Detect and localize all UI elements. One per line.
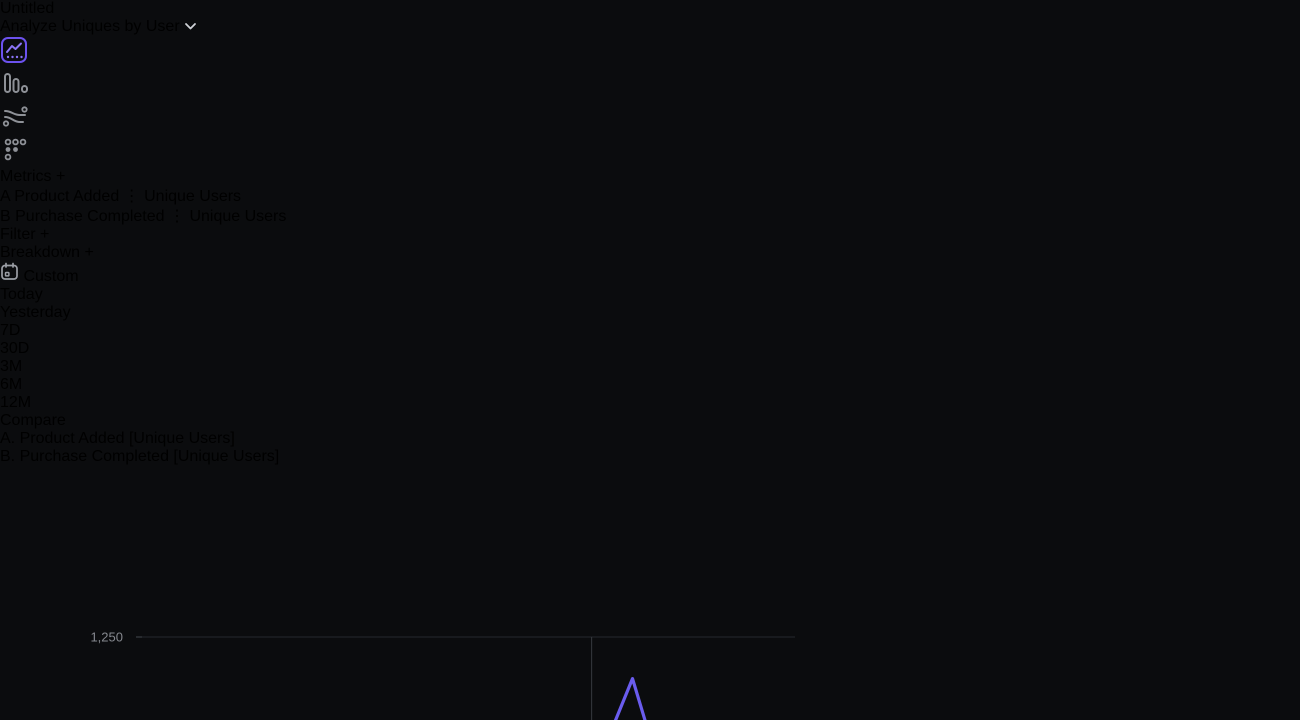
brand-gradient-strip — [0, 0, 80, 720]
range-12m-button[interactable]: 12M — [0, 394, 1300, 412]
kebab-menu-icon[interactable]: ⋮ — [169, 208, 185, 225]
metric-card-b[interactable]: B Purchase Completed ⋮ Unique Users — [0, 206, 1300, 226]
query-sidebar: Analyze Uniques by User — [0, 18, 1300, 262]
range-30d-button[interactable]: 30D — [0, 340, 1300, 358]
chart-panel: Custom Today Yesterday 7D 30D 3M 6M 12M … — [0, 262, 1300, 720]
kebab-menu-icon[interactable]: ⋮ — [124, 188, 140, 205]
range-today-button[interactable]: Today — [0, 286, 1300, 304]
tab-line-chart[interactable] — [0, 36, 1300, 69]
legend-item-a[interactable]: A. Product Added [Unique Users] — [0, 430, 1300, 448]
metric-subtitle[interactable]: Unique Users — [189, 208, 286, 225]
chevron-down-icon[interactable] — [184, 22, 197, 31]
top-bar: Untitled — [0, 0, 1300, 18]
tab-flows[interactable] — [0, 102, 1300, 135]
date-range-bar: Custom Today Yesterday 7D 30D 3M 6M 12M — [0, 262, 1300, 412]
filter-section-header: Filter + — [0, 226, 1300, 244]
date-range-segmented-control: Custom Today Yesterday 7D 30D 3M 6M 12M — [0, 262, 1300, 412]
range-3m-button[interactable]: 3M — [0, 358, 1300, 376]
analyze-by-row: Analyze Uniques by User — [0, 18, 1300, 36]
breakdown-section-header: Breakdown + — [0, 244, 1300, 262]
range-custom-button[interactable]: Custom — [0, 262, 1300, 286]
add-breakdown-button[interactable]: + — [85, 244, 94, 261]
chart-legend: A. Product Added [Unique Users] B. Purch… — [0, 430, 1300, 466]
chart-type-tab-group — [0, 69, 1300, 168]
line-chart: 02505007501,0001,250May 2May 4May 6May 8… — [0, 466, 795, 720]
analytics-app: Untitled Analyze Uniques by User — [0, 0, 1300, 720]
legend-item-b[interactable]: B. Purchase Completed [Unique Users] — [0, 448, 1300, 466]
report-title[interactable]: Untitled — [0, 0, 1300, 18]
range-yesterday-button[interactable]: Yesterday — [0, 304, 1300, 322]
range-6m-button[interactable]: 6M — [0, 376, 1300, 394]
tab-bar-chart[interactable] — [0, 69, 1300, 102]
metrics-section-header: Metrics + — [0, 168, 1300, 186]
tab-retention[interactable] — [0, 135, 1300, 168]
svg-text:1,250: 1,250 — [90, 630, 123, 645]
metric-subtitle[interactable]: Unique Users — [144, 188, 241, 205]
chart-type-tabs — [0, 36, 1300, 168]
compare-button[interactable]: Compare — [0, 412, 1300, 430]
analyze-by-value[interactable]: User — [146, 18, 180, 35]
metric-card-a[interactable]: A Product Added ⋮ Unique Users — [0, 186, 1300, 206]
range-7d-button[interactable]: 7D — [0, 322, 1300, 340]
